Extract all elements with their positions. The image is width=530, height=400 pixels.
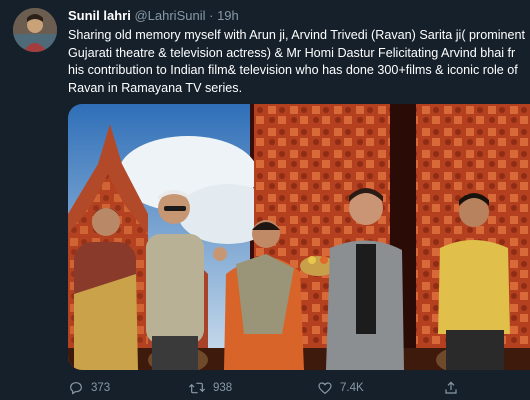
like-button[interactable]: 7.4K [317, 380, 364, 396]
share-icon [445, 381, 457, 394]
reply-icon [70, 382, 82, 395]
tweet-actions: 373 938 7.4K [68, 380, 530, 400]
author-handle[interactable]: @LahriSunil [134, 8, 205, 23]
event-photo [68, 104, 530, 370]
tweet-header: Sunil lahri @LahriSunil · 19h [68, 8, 239, 23]
reply-count: 373 [91, 382, 111, 394]
tweet-timestamp[interactable]: 19h [217, 8, 239, 23]
avatar-image [13, 8, 57, 52]
retweet-count: 938 [213, 382, 233, 394]
tweet-card[interactable]: Sunil lahri @LahriSunil · 19h Sharing ol… [0, 0, 530, 400]
retweet-icon [188, 382, 206, 394]
retweet-button[interactable]: 938 [188, 380, 232, 396]
author-name[interactable]: Sunil lahri [68, 8, 131, 23]
tweet-text: Sharing old memory myself with Arun ji, … [68, 28, 526, 95]
heart-icon [318, 382, 332, 394]
like-count: 7.4K [340, 382, 364, 394]
tweet-photo[interactable] [68, 104, 530, 370]
share-button[interactable] [443, 380, 459, 396]
reply-button[interactable]: 373 [68, 380, 110, 396]
avatar[interactable] [13, 8, 57, 52]
separator-dot: · [209, 8, 214, 23]
